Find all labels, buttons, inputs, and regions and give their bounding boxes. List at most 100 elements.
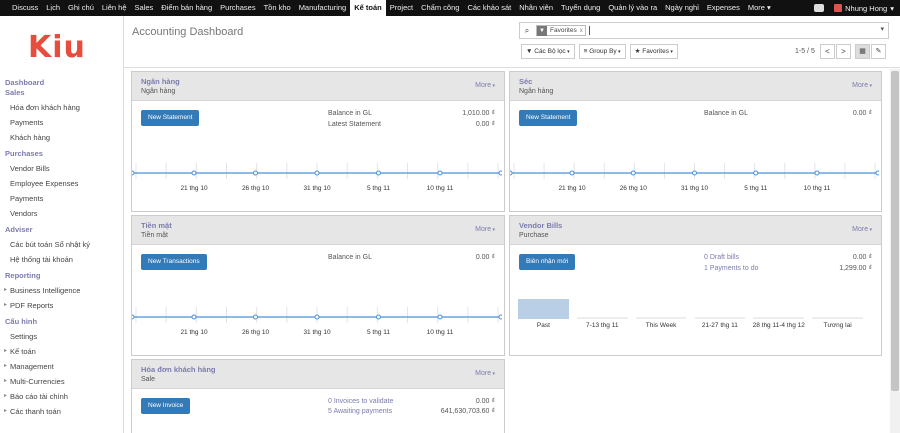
bar[interactable]	[694, 317, 746, 319]
top-menu-item[interactable]: Nhân viên	[515, 0, 557, 16]
pager-next-button[interactable]: >	[836, 44, 851, 59]
top-menu-item[interactable]: Sales	[131, 0, 158, 16]
sidebar-item[interactable]: Hóa đơn khách hàng	[0, 100, 124, 115]
groupby-button[interactable]: ≡ Group By	[578, 44, 626, 59]
user-menu[interactable]: Nhung Hong ▾	[834, 4, 894, 13]
top-menu-item[interactable]: Quản lý vào ra	[604, 0, 661, 16]
data-point[interactable]	[314, 314, 320, 320]
invoices-to-validate-link[interactable]: 0 Invoices to validate	[328, 398, 393, 405]
data-point[interactable]	[753, 170, 759, 176]
sidebar-section-title[interactable]: Dashboard	[0, 78, 124, 88]
top-menu-item[interactable]: Điểm bán hàng	[157, 0, 216, 16]
sidebar-item[interactable]: Vendor Bills	[0, 161, 124, 176]
bar[interactable]	[518, 299, 569, 319]
new-bill-button[interactable]: Biên nhận mới	[519, 254, 576, 270]
data-point[interactable]	[191, 314, 197, 320]
sidebar-item[interactable]: Vendors	[0, 206, 124, 221]
top-menu-item[interactable]: Chấm công	[417, 0, 463, 16]
sidebar-section-title[interactable]: Sales	[0, 88, 124, 98]
top-menu-item[interactable]: Lịch	[42, 0, 64, 16]
sidebar-item[interactable]: Kế toán	[0, 344, 124, 359]
top-menu-item[interactable]: Purchases	[216, 0, 259, 16]
top-menu-item[interactable]: Kế toán	[350, 0, 386, 16]
new-invoice-button[interactable]: New Invoice	[141, 398, 191, 414]
top-menu-item[interactable]: Ghi chú	[64, 0, 98, 16]
sidebar-item[interactable]: Khách hàng	[0, 130, 124, 145]
data-point[interactable]	[253, 170, 258, 176]
edit-view-button[interactable]: ✎	[871, 44, 886, 59]
card-title[interactable]: Vendor Bills	[519, 221, 562, 230]
sidebar-item[interactable]: Business Intelligence	[0, 283, 124, 298]
data-point[interactable]	[630, 170, 636, 176]
card-title[interactable]: Hóa đơn khách hàng	[141, 365, 216, 374]
top-menu-item[interactable]: Project	[386, 0, 417, 16]
data-point[interactable]	[814, 170, 820, 176]
bar[interactable]	[576, 317, 628, 319]
main-scrollbar[interactable]	[890, 69, 900, 433]
sidebar-section-title[interactable]: Reporting	[0, 271, 124, 281]
data-point[interactable]	[132, 170, 135, 176]
sidebar-item[interactable]: Payments	[0, 191, 124, 206]
new-statement-button[interactable]: New Statement	[519, 110, 578, 126]
top-menu-item[interactable]: More	[744, 0, 775, 16]
search-dropdown-icon[interactable]: ▾	[880, 25, 884, 33]
sidebar-item[interactable]: Employee Expenses	[0, 176, 124, 191]
top-menu-item[interactable]: Expenses	[703, 0, 744, 16]
data-point[interactable]	[692, 170, 697, 176]
data-point[interactable]	[191, 170, 197, 176]
more-dropdown[interactable]: More	[475, 82, 495, 89]
sidebar-item[interactable]: Multi-Currencies	[0, 374, 124, 389]
data-point[interactable]	[253, 314, 258, 320]
card-title[interactable]: Séc	[519, 77, 532, 86]
card-title[interactable]: Ngân hàng	[141, 77, 180, 86]
sidebar-item[interactable]: Báo cáo tài chính	[0, 389, 124, 404]
chat-icon[interactable]	[814, 4, 825, 12]
scrollbar-thumb[interactable]	[891, 71, 899, 391]
data-point[interactable]	[498, 170, 502, 176]
top-menu-item[interactable]: Các khảo sát	[463, 0, 515, 16]
more-dropdown[interactable]: More	[852, 82, 872, 89]
data-point[interactable]	[875, 170, 879, 176]
sidebar-item[interactable]: Hệ thống tài khoản	[0, 252, 124, 267]
data-point[interactable]	[376, 314, 381, 320]
payments-to-do-link[interactable]: 1 Payments to do	[704, 265, 758, 272]
sidebar-section-title[interactable]: Purchases	[0, 149, 124, 159]
pager-value[interactable]: 1-5 / 5	[795, 48, 815, 55]
bar[interactable]	[812, 317, 863, 319]
awaiting-payments-link[interactable]: 5 Awaiting payments	[328, 408, 392, 415]
card-title[interactable]: Tiền mặt	[141, 221, 172, 230]
top-menu-item[interactable]: Tồn kho	[260, 0, 295, 16]
top-menu-item[interactable]: Tuyển dụng	[557, 0, 604, 16]
data-point[interactable]	[376, 170, 381, 176]
data-point[interactable]	[510, 170, 513, 176]
favorites-button[interactable]: ★ Favorites	[629, 44, 678, 59]
pager-previous-button[interactable]: <	[820, 44, 835, 59]
sidebar-item[interactable]: Settings	[0, 329, 124, 344]
sidebar-item[interactable]: Các thanh toán	[0, 404, 124, 419]
new-statement-button[interactable]: New Statement	[141, 110, 200, 126]
sidebar-section-title[interactable]: Adviser	[0, 225, 124, 235]
search-bar[interactable]: ⌕ ▼ Favorites x ▾	[519, 22, 889, 39]
top-menu-item[interactable]: Liên hệ	[98, 0, 131, 16]
data-point[interactable]	[437, 314, 443, 320]
top-menu-item[interactable]: Discuss	[8, 0, 42, 16]
data-point[interactable]	[498, 314, 502, 320]
sidebar-item[interactable]: Management	[0, 359, 124, 374]
filters-button[interactable]: ▼ Các Bộ lọc	[521, 44, 575, 59]
new-transactions-button[interactable]: New Transactions	[141, 254, 207, 270]
data-point[interactable]	[569, 170, 575, 176]
more-dropdown[interactable]: More	[852, 226, 872, 233]
kanban-view-button[interactable]: ▦	[855, 44, 870, 59]
sidebar-section-title[interactable]: Cấu hình	[0, 317, 124, 327]
more-dropdown[interactable]: More	[475, 226, 495, 233]
draft-bills-link[interactable]: 0 Draft bills	[704, 254, 739, 261]
top-menu-item[interactable]: Ngày nghỉ	[661, 0, 703, 16]
data-point[interactable]	[132, 314, 135, 320]
sidebar-item[interactable]: Payments	[0, 115, 124, 130]
search-input[interactable]	[588, 26, 590, 35]
more-dropdown[interactable]: More	[475, 370, 495, 377]
top-menu-item[interactable]: Manufacturing	[295, 0, 351, 16]
sidebar-item[interactable]: Các bút toán Sổ nhật ký	[0, 237, 124, 252]
bar[interactable]	[635, 317, 687, 319]
facet-remove-button[interactable]: x	[580, 28, 585, 34]
